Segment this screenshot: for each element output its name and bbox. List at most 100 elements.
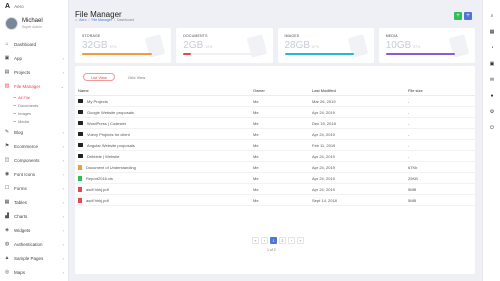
sidebar-item-dashboard[interactable]: ⌂ Dashboard xyxy=(0,37,68,51)
sidebar-item-label: Blog xyxy=(14,129,24,135)
table-row[interactable]: Angular Website proposals Me Feb 11, 2019 - xyxy=(75,140,475,151)
submenu-item-media[interactable]: Media xyxy=(13,117,68,125)
cell-file-size: - xyxy=(408,153,410,159)
card-progress xyxy=(385,53,466,55)
sidebar-item-authentication[interactable]: ◍ Authentication › xyxy=(0,237,68,251)
tab-list-view[interactable]: List View xyxy=(83,73,115,81)
sidebar-item-components[interactable]: ◫ Components › xyxy=(0,153,68,167)
settings-icon[interactable]: ⚙ xyxy=(489,109,495,115)
file-name[interactable]: Google Website proposals xyxy=(87,110,134,115)
cell-owner: Me xyxy=(253,120,259,126)
cell-last-modified: Apr 24, 2019 xyxy=(312,109,335,115)
sidebar-item-app[interactable]: ▣ App › xyxy=(0,51,68,65)
table-row[interactable]: asdf hhkj.pdf Me Sept 14, 2018 5MB xyxy=(75,195,475,206)
table-row[interactable]: WordPress | Codester Me Dec 15, 2018 - xyxy=(75,118,475,129)
table-row[interactable]: asdf hhkj.pdf Me Apr 24, 2019 5MB xyxy=(75,184,475,195)
submenu-item-all-file[interactable]: All File xyxy=(13,93,68,101)
sidebar-item-label: App xyxy=(14,55,23,61)
first-page-button[interactable]: « xyxy=(252,237,259,244)
sidebar-item-label: Widgets xyxy=(14,227,31,233)
sidebar-item-projects[interactable]: ▤ Projects › xyxy=(0,65,68,79)
file-name[interactable]: asdf hhkj.pdf xyxy=(86,187,109,192)
sidebar-item-widgets[interactable]: ◈ Widgets › xyxy=(0,223,68,237)
sidebar-item-charts[interactable]: ▟ Charts › xyxy=(0,209,68,223)
cell-name: Document of Understanding xyxy=(75,164,253,170)
col-owner[interactable]: Owner xyxy=(253,88,312,93)
file-name[interactable]: asdf hhkj.pdf xyxy=(86,198,109,203)
file-name[interactable]: Vuexy Projects for client xyxy=(87,132,130,137)
sidebar-item-ecommerce[interactable]: ⚑ Ecommerce › xyxy=(0,139,68,153)
table-row[interactable]: Dribbble | Website Me Apr 24, 2019 - xyxy=(75,151,475,162)
apps-icon[interactable]: ▦ xyxy=(489,29,495,35)
sidebar-item-file-manager[interactable]: ▥ File Manager ⌄ xyxy=(0,79,68,93)
sidebar-item-blog[interactable]: ✎ Blog › xyxy=(0,125,68,139)
submenu-item-images[interactable]: Images xyxy=(13,109,68,117)
prev-page-button[interactable]: ‹ xyxy=(261,237,268,244)
table-row[interactable]: Vuexy Projects for client Me Apr 24, 2019 - xyxy=(75,129,475,140)
breadcrumb: ⌂ Aero / File Manager / Dashboard xyxy=(75,18,134,22)
sidebar-item-maps[interactable]: ◎ Maps › xyxy=(0,265,68,279)
user-icon[interactable]: ● xyxy=(489,93,495,99)
user-profile[interactable]: Michael Super Admin xyxy=(0,13,68,33)
table-row[interactable]: Report2016.xls Me Apr 24, 2019 25KB xyxy=(75,173,475,184)
cell-file-size: 25KB xyxy=(408,175,418,181)
breadcrumb-item-file-manager[interactable]: File Manager xyxy=(92,18,112,22)
sidebar-item-label: Ecommerce xyxy=(14,143,39,149)
avatar[interactable] xyxy=(5,16,18,30)
file-name[interactable]: WordPress | Codester xyxy=(87,121,126,126)
sidebar-item-sample-pages[interactable]: ▲ Sample Pages › xyxy=(0,251,68,265)
pdf-icon xyxy=(78,197,82,203)
lock-icon: ◍ xyxy=(4,241,10,247)
file-name[interactable]: Angular Website proposals xyxy=(87,143,135,148)
file-name[interactable]: My Projects xyxy=(87,99,108,104)
file-panel: List View Grid View Name Owner Last Modi… xyxy=(75,66,475,274)
home-icon: ⌂ xyxy=(75,18,78,22)
file-name[interactable]: Document of Understanding xyxy=(86,165,136,170)
font-icon: ◉ xyxy=(4,171,10,177)
breadcrumb-separator: / xyxy=(113,18,115,22)
next-page-button[interactable]: › xyxy=(288,237,295,244)
card-value: 2GB 10% xyxy=(183,40,213,51)
card-label: STORAGE xyxy=(82,34,101,38)
search-icon[interactable]: ⌕ xyxy=(489,13,495,19)
file-name[interactable]: Dribbble | Website xyxy=(87,154,120,159)
user-role: Super Admin xyxy=(22,24,43,29)
table-row[interactable]: My Projects Me Mar 26, 2019 - xyxy=(75,96,475,107)
more-button[interactable]: + xyxy=(464,12,472,20)
power-icon[interactable]: ⏻ xyxy=(489,125,495,131)
col-last-modified[interactable]: Last Modified xyxy=(312,88,408,93)
bell-icon[interactable]: ◔ xyxy=(489,45,495,51)
pages-icon: ▲ xyxy=(4,255,10,261)
card-percent: 87% xyxy=(413,45,421,49)
col-file-size[interactable]: File size xyxy=(408,88,475,93)
chevron-icon: › xyxy=(62,213,64,219)
cell-name: Vuexy Projects for client xyxy=(75,132,253,137)
add-button[interactable]: + xyxy=(454,12,462,20)
submenu-item-documents[interactable]: Documents xyxy=(13,101,68,109)
folder-icon xyxy=(78,110,83,114)
table-header: Name Owner Last Modified File size xyxy=(75,86,475,96)
last-page-button[interactable]: » xyxy=(297,237,304,244)
cell-name: Google Website proposals xyxy=(75,110,253,115)
chevron-icon: › xyxy=(62,157,64,163)
sidebar-item-tables[interactable]: ▦ Tables › xyxy=(0,195,68,209)
col-name[interactable]: Name xyxy=(75,88,253,93)
calendar-icon[interactable]: ▣ xyxy=(489,61,495,67)
page-1-button[interactable]: 1 xyxy=(270,237,277,244)
card-value: 28GB 87% xyxy=(284,40,320,51)
breadcrumb-item-aero[interactable]: Aero xyxy=(79,18,86,22)
tab-grid-view[interactable]: Grid View xyxy=(121,73,152,81)
table-row[interactable]: Document of Understanding Me Apr 24, 2019 6… xyxy=(75,162,475,173)
cell-file-size: - xyxy=(408,98,410,104)
brand[interactable]: A Aero xyxy=(0,0,68,13)
file-name[interactable]: Report2016.xls xyxy=(86,176,113,181)
page-2-button[interactable]: 2 xyxy=(279,237,286,244)
mail-icon[interactable]: ✉ xyxy=(489,77,495,83)
sidebar-item-font-icons[interactable]: ◉ Font Icons › xyxy=(0,167,68,181)
card-progress xyxy=(284,53,365,55)
sidebar-item-forms[interactable]: ☐ Forms › xyxy=(0,181,68,195)
table-row[interactable]: Google Website proposals Me Apr 24, 2019 - xyxy=(75,107,475,118)
cell-name: Angular Website proposals xyxy=(75,143,253,148)
storage-card-documents: DOCUMENTS 2GB 10% xyxy=(176,28,273,63)
cell-last-modified: Apr 24, 2019 xyxy=(312,186,335,192)
